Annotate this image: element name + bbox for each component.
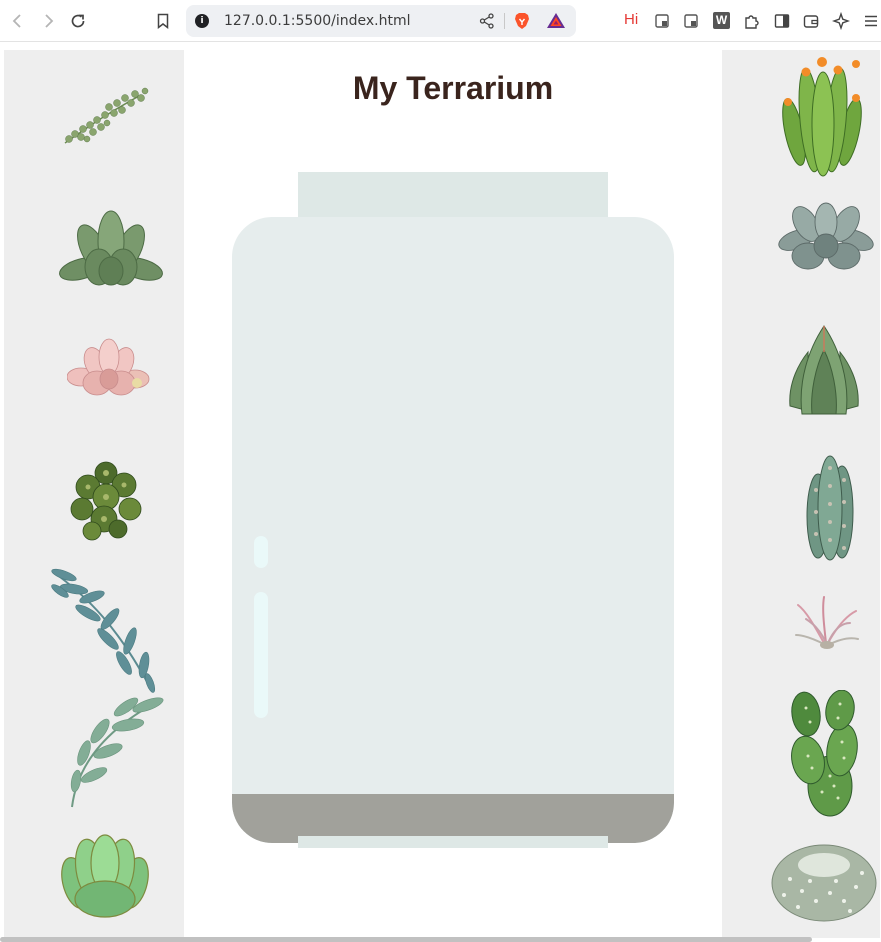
left-plant-holder <box>4 50 184 938</box>
jar-walls <box>232 217 674 843</box>
plant-1[interactable] <box>59 85 151 147</box>
site-info-icon[interactable]: i <box>195 14 209 28</box>
page-title: My Terrarium <box>352 70 554 106</box>
page-content: My Terrarium <box>0 43 881 942</box>
address-bar-divider <box>504 13 505 29</box>
jar-bottom <box>298 836 608 848</box>
plant-7[interactable] <box>60 833 150 923</box>
back-icon[interactable] <box>6 9 30 33</box>
hi-extension-icon[interactable]: Hi <box>624 11 638 28</box>
reader-icon[interactable] <box>679 9 703 33</box>
menu-icon[interactable] <box>859 9 881 33</box>
plant-13[interactable] <box>786 690 862 818</box>
leo-ai-icon[interactable] <box>829 9 853 33</box>
plant-5[interactable] <box>48 567 158 693</box>
extension-icon[interactable] <box>650 9 674 33</box>
plant-6[interactable] <box>64 695 164 809</box>
horizontal-scrollbar[interactable] <box>0 937 812 942</box>
forward-icon[interactable] <box>36 9 60 33</box>
url-text[interactable]: 127.0.0.1:5500/index.html <box>224 13 411 29</box>
address-bar[interactable]: i 127.0.0.1:5500/index.html <box>186 5 576 37</box>
plant-8[interactable] <box>778 54 868 180</box>
reload-icon[interactable] <box>66 9 90 33</box>
sidebar-icon[interactable] <box>770 9 794 33</box>
bookmark-icon[interactable] <box>151 9 175 33</box>
wallet-icon[interactable] <box>799 9 823 33</box>
plant-3[interactable] <box>67 337 151 401</box>
plant-9[interactable] <box>778 202 874 278</box>
right-plant-holder <box>722 50 880 938</box>
browser-toolbar: i 127.0.0.1:5500/index.html Hi W <box>0 0 881 42</box>
plant-12[interactable] <box>794 595 860 651</box>
brave-shields-icon[interactable] <box>512 11 532 31</box>
jar-glossy-short <box>254 536 268 568</box>
plant-2[interactable] <box>59 207 163 289</box>
jar-glossy-long <box>254 592 268 718</box>
plant-4[interactable] <box>68 459 146 543</box>
w-extension-icon[interactable]: W <box>713 12 730 29</box>
share-icon[interactable] <box>478 12 496 30</box>
extensions-puzzle-icon[interactable] <box>740 9 764 33</box>
brave-rewards-icon[interactable] <box>546 11 566 31</box>
plant-10[interactable] <box>786 322 862 418</box>
plant-11[interactable] <box>800 450 860 564</box>
jar-top <box>298 172 608 218</box>
plant-14[interactable] <box>770 835 878 923</box>
